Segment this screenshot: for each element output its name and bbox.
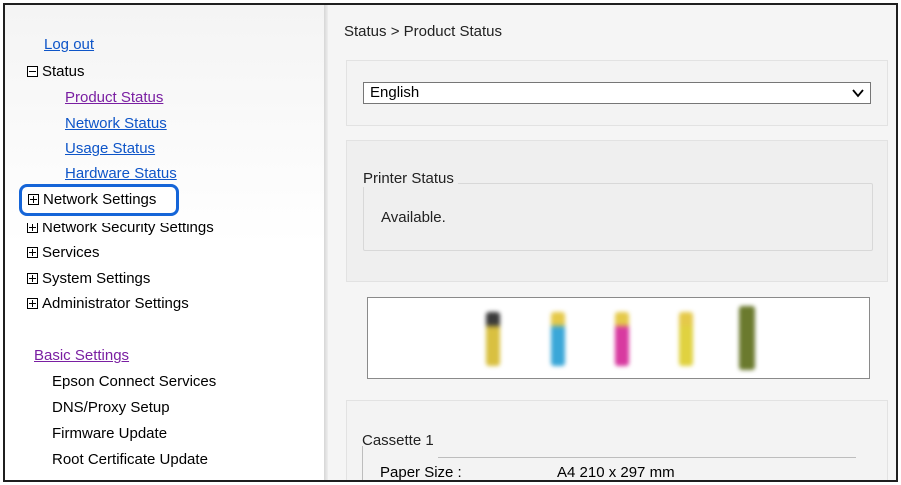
main-content: Status > Product Status English Printer … xyxy=(328,5,896,480)
sidebar-group-status-label: Status xyxy=(42,63,85,80)
language-select-value: English xyxy=(370,84,420,101)
sidebar-group-services[interactable]: Services xyxy=(27,244,100,262)
ink-cartridge-yellow xyxy=(679,312,693,366)
sidebar-group-system-settings[interactable]: System Settings xyxy=(27,270,150,288)
paper-size-value: A4 210 x 297 mm xyxy=(557,464,675,481)
basic-settings-link[interactable]: Basic Settings xyxy=(34,347,129,365)
sidebar-group-network-security-settings[interactable]: Network Security Settings xyxy=(27,219,214,237)
sidebar-group-administrator-settings-label: Administrator Settings xyxy=(42,295,189,312)
chevron-down-icon xyxy=(852,89,864,98)
printer-status-value: Available. xyxy=(381,209,446,226)
sidebar-item-usage-status[interactable]: Usage Status xyxy=(65,140,155,158)
sidebar-item-epson-connect-services[interactable]: Epson Connect Services xyxy=(52,373,216,391)
sidebar-item-dns-proxy-setup[interactable]: DNS/Proxy Setup xyxy=(52,399,170,417)
paper-size-label: Paper Size : xyxy=(380,464,462,481)
sidebar-item-hardware-status[interactable]: Hardware Status xyxy=(65,165,177,183)
logout-link[interactable]: Log out xyxy=(44,36,94,54)
ink-cartridge-black xyxy=(486,312,500,366)
printer-status-panel: Printer Status Available. xyxy=(346,140,888,282)
expand-icon[interactable] xyxy=(27,273,38,284)
language-select[interactable]: English xyxy=(363,82,871,104)
expand-icon[interactable] xyxy=(27,223,38,233)
web-config-window: Log out Status Product Status Network St… xyxy=(3,3,898,482)
sidebar-group-services-label: Services xyxy=(42,244,100,261)
maintenance-box xyxy=(739,306,755,370)
sidebar-item-product-status[interactable]: Product Status xyxy=(65,89,163,107)
sidebar-item-root-certificate-update[interactable]: Root Certificate Update xyxy=(52,451,208,469)
sidebar-group-administrator-settings[interactable]: Administrator Settings xyxy=(27,295,189,313)
language-panel: English xyxy=(346,60,888,126)
sidebar-item-firmware-update[interactable]: Firmware Update xyxy=(52,425,167,443)
sidebar-group-network-security-settings-label: Network Security Settings xyxy=(42,219,214,236)
sidebar: Log out Status Product Status Network St… xyxy=(5,5,325,480)
ink-cartridge-magenta xyxy=(615,312,629,366)
expand-icon[interactable] xyxy=(27,247,38,258)
breadcrumb: Status > Product Status xyxy=(344,23,503,40)
highlighted-network-settings[interactable]: Network Settings xyxy=(19,184,179,216)
ink-levels-box xyxy=(367,297,870,379)
collapse-icon[interactable] xyxy=(27,66,38,77)
expand-icon[interactable] xyxy=(28,194,39,205)
ink-cartridge-cyan xyxy=(551,312,565,366)
sidebar-group-network-settings-label: Network Settings xyxy=(43,191,157,208)
expand-icon[interactable] xyxy=(27,298,38,309)
sidebar-group-network-settings[interactable]: Network Settings xyxy=(28,191,156,209)
sidebar-item-network-status[interactable]: Network Status xyxy=(65,115,167,133)
sidebar-group-system-settings-label: System Settings xyxy=(42,270,151,287)
printer-status-legend: Printer Status xyxy=(359,170,458,187)
sidebar-group-status[interactable]: Status xyxy=(27,63,85,81)
